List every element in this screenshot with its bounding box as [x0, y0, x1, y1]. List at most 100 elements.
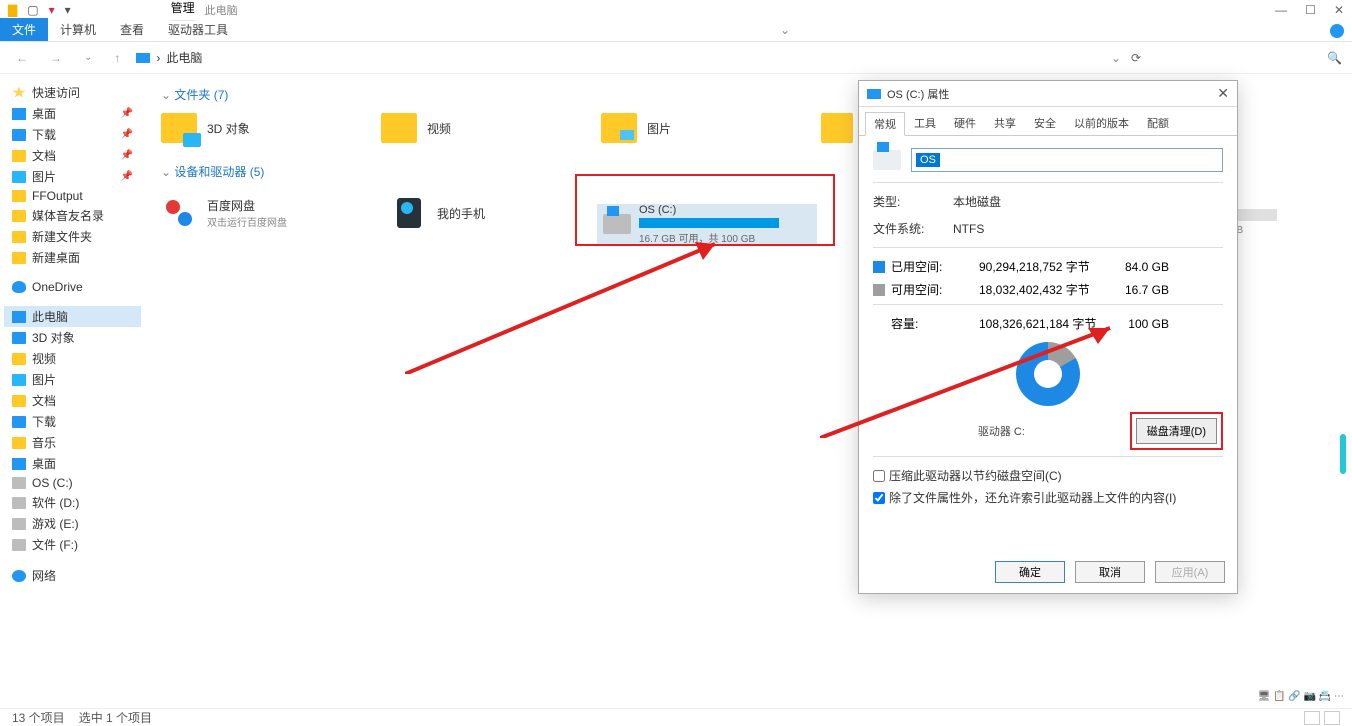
forward-button[interactable]: → — [44, 49, 68, 67]
drive-icon — [12, 518, 26, 530]
help-badge[interactable] — [1330, 24, 1344, 38]
tab-tools[interactable]: 工具 — [905, 111, 945, 135]
maximize-button[interactable]: ☐ — [1305, 3, 1316, 17]
refresh-button[interactable]: ⟳ — [1131, 51, 1141, 65]
qat-item[interactable]: ▢ — [27, 3, 38, 17]
explorer-icon: ▇ — [8, 3, 17, 17]
sidebar-3d-objects[interactable]: 3D 对象 — [4, 327, 141, 348]
folder-partial[interactable] — [817, 109, 857, 147]
tab-computer[interactable]: 计算机 — [48, 18, 108, 41]
usage-pie-chart — [1016, 342, 1080, 406]
pin-icon: 📌 — [121, 171, 133, 182]
sidebar-pictures2[interactable]: 图片 — [4, 369, 141, 390]
disk-cleanup-button[interactable]: 磁盘清理(D) — [1136, 418, 1217, 444]
recent-dropdown[interactable]: ⌄ — [78, 50, 98, 65]
checkbox-input[interactable] — [873, 492, 885, 504]
sidebar-newfolder[interactable]: 新建文件夹 — [4, 226, 141, 247]
network-icon — [12, 570, 26, 582]
input-selection: OS — [916, 153, 940, 167]
sidebar-label: 此电脑 — [32, 308, 68, 325]
device-title: OS (C:) — [639, 204, 811, 216]
sidebar-label: 桌面 — [32, 105, 56, 122]
device-subtitle: 16.7 GB 可用，共 100 GB — [639, 230, 811, 245]
sidebar-label: 新建文件夹 — [32, 228, 92, 245]
sidebar-desktop[interactable]: 桌面📌 — [4, 103, 141, 124]
tab-file[interactable]: 文件 — [0, 18, 48, 41]
sidebar-downloads2[interactable]: 下载 — [4, 411, 141, 432]
tab-general[interactable]: 常规 — [865, 112, 905, 136]
sidebar-onedrive[interactable]: OneDrive — [4, 278, 141, 296]
sidebar-desktop2[interactable]: 桌面 — [4, 453, 141, 474]
view-toggle[interactable] — [1304, 711, 1340, 725]
qat-overflow[interactable]: ▾ — [65, 3, 71, 17]
folder-videos[interactable]: 视频 — [377, 109, 577, 147]
sidebar-drive-c[interactable]: OS (C:) — [4, 474, 141, 492]
sidebar-videos[interactable]: 视频 — [4, 348, 141, 369]
apply-button[interactable]: 应用(A) — [1155, 561, 1225, 583]
folder-pictures[interactable]: 图片 — [597, 109, 797, 147]
sidebar-downloads[interactable]: 下载📌 — [4, 124, 141, 145]
checkbox-input[interactable] — [873, 470, 885, 482]
sidebar-newdesk[interactable]: 新建桌面 — [4, 247, 141, 268]
address-bar[interactable]: › 此电脑 — [136, 49, 1101, 66]
window-controls: — ☐ ✕ — [1275, 3, 1344, 17]
device-phone[interactable]: 我的手机 — [387, 186, 597, 240]
checkbox-compress[interactable]: 压缩此驱动器以节约磁盘空间(C) — [873, 467, 1223, 484]
dialog-close-button[interactable]: ✕ — [1217, 85, 1229, 102]
qat-item[interactable]: ▾ — [49, 3, 55, 17]
ribbon-tabs: 文件 计算机 查看 驱动器工具 ⌄ — [0, 20, 1352, 42]
sidebar-documents2[interactable]: 文档 — [4, 390, 141, 411]
sidebar-label: 3D 对象 — [32, 329, 75, 346]
sidebar-label: 文件 (F:) — [32, 536, 78, 553]
navigation-pane: 快速访问 桌面📌 下载📌 文档📌 图片📌 FFOutput 媒体音友名录 新建文… — [0, 74, 145, 708]
row-free-space: 可用空间:18,032,402,432 字节16.7 GB — [873, 281, 1223, 298]
breadcrumb-chevron[interactable]: › — [156, 51, 160, 65]
search-icon[interactable]: 🔍 — [1327, 51, 1342, 65]
ok-button[interactable]: 确定 — [995, 561, 1065, 583]
used-swatch — [873, 261, 885, 273]
close-button[interactable]: ✕ — [1334, 3, 1344, 17]
desktop-icon — [12, 458, 26, 470]
minimize-button[interactable]: — — [1275, 3, 1287, 17]
folder-3d-objects[interactable]: 3D 对象 — [157, 109, 357, 147]
tab-quota[interactable]: 配额 — [1138, 111, 1178, 135]
capacity-bar — [639, 218, 779, 228]
sidebar-ffoutput[interactable]: FFOutput — [4, 187, 141, 205]
checkbox-index[interactable]: 除了文件属性外，还允许索引此驱动器上文件的内容(I) — [873, 489, 1223, 506]
properties-dialog: OS (C:) 属性 ✕ 常规 工具 硬件 共享 安全 以前的版本 配额 OS … — [858, 80, 1238, 594]
annotation-highlight-drive-c: OS (C:) 16.7 GB 可用，共 100 GB — [575, 174, 835, 246]
sidebar-network[interactable]: 网络 — [4, 565, 141, 586]
annotation-arrow-1 — [405, 234, 735, 374]
tab-view[interactable]: 查看 — [108, 18, 156, 41]
sidebar-drive-e[interactable]: 游戏 (E:) — [4, 513, 141, 534]
sidebar-pictures[interactable]: 图片📌 — [4, 166, 141, 187]
device-baidu[interactable]: 百度网盘双击运行百度网盘 — [157, 186, 367, 240]
up-button[interactable]: ↑ — [108, 49, 126, 67]
sidebar-drive-d[interactable]: 软件 (D:) — [4, 492, 141, 513]
sidebar-drive-f[interactable]: 文件 (F:) — [4, 534, 141, 555]
sidebar-documents[interactable]: 文档📌 — [4, 145, 141, 166]
folder-icon — [12, 437, 26, 449]
tab-hardware[interactable]: 硬件 — [945, 111, 985, 135]
sidebar-quick-access[interactable]: 快速访问 — [4, 82, 141, 103]
tab-drive-tools[interactable]: 驱动器工具 — [156, 18, 240, 41]
sidebar-this-pc[interactable]: 此电脑 — [4, 306, 141, 327]
free-swatch — [873, 284, 885, 296]
folder-icon — [12, 395, 26, 407]
drive-icon — [12, 477, 26, 489]
cancel-button[interactable]: 取消 — [1075, 561, 1145, 583]
back-button[interactable]: ← — [10, 49, 34, 67]
ribbon-expand[interactable]: ⌄ — [770, 19, 800, 41]
sidebar-music[interactable]: 音乐 — [4, 432, 141, 453]
breadcrumb-this-pc[interactable]: 此电脑 — [166, 49, 202, 66]
sidebar-media[interactable]: 媒体音友名录 — [4, 205, 141, 226]
drive-name-input[interactable]: OS — [911, 148, 1223, 172]
folder-label: 图片 — [647, 120, 671, 137]
tab-previous-versions[interactable]: 以前的版本 — [1065, 111, 1138, 135]
tab-security[interactable]: 安全 — [1025, 111, 1065, 135]
address-dropdown[interactable]: ⌄ — [1111, 51, 1121, 65]
drive-letter-label: 驱动器 C: — [873, 423, 1130, 439]
tab-sharing[interactable]: 共享 — [985, 111, 1025, 135]
dialog-titlebar[interactable]: OS (C:) 属性 ✕ — [859, 81, 1237, 107]
device-drive-c[interactable]: OS (C:) 16.7 GB 可用，共 100 GB — [597, 204, 817, 244]
